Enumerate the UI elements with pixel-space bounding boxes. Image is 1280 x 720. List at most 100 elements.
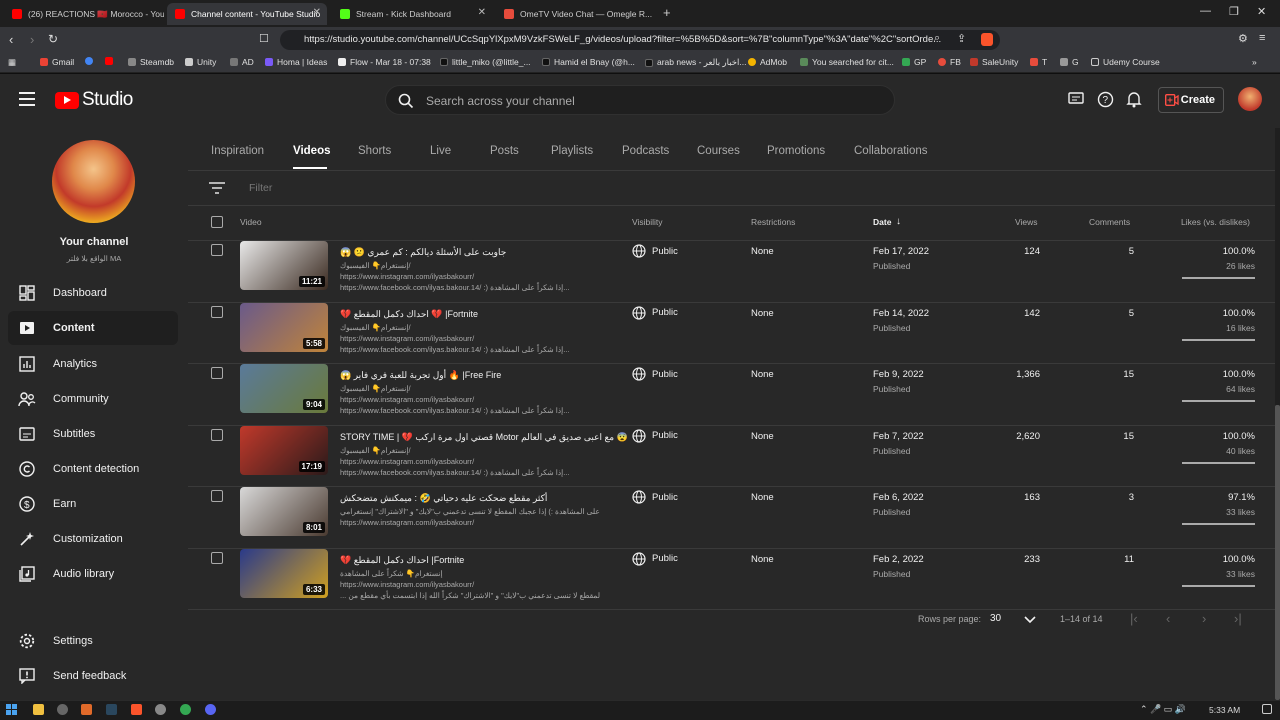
sidebar-item-customization[interactable]: Customization bbox=[8, 522, 178, 556]
video-title[interactable]: 💔 احداك دكمل المقطع |Fortnite bbox=[340, 555, 464, 566]
bookmark-gmail[interactable]: Gmail bbox=[40, 57, 74, 67]
forward-icon[interactable]: › bbox=[30, 32, 34, 47]
menu-icon[interactable]: ≡ bbox=[1259, 32, 1265, 44]
bookmark-admob[interactable]: AdMob bbox=[748, 57, 787, 67]
sidebar-item-earn[interactable]: $ Earn bbox=[8, 487, 178, 521]
row-checkbox[interactable] bbox=[211, 428, 223, 441]
extensions-icon[interactable]: ⚙ bbox=[1238, 32, 1248, 45]
tab-podcasts[interactable]: Podcasts bbox=[622, 145, 669, 157]
visibility-cell[interactable]: Public bbox=[632, 428, 678, 443]
settings-app-icon[interactable] bbox=[57, 704, 68, 715]
bookmark-tiktok-2[interactable]: Hamid el Bnay (@h... bbox=[542, 57, 635, 67]
bookmark-homa[interactable]: Homa | Ideas bbox=[265, 57, 327, 67]
row-checkbox[interactable] bbox=[211, 305, 223, 318]
bookmark-t[interactable]: T bbox=[1030, 57, 1047, 67]
sidebar-item-community[interactable]: Community bbox=[8, 382, 178, 416]
browser-tab-reactions[interactable]: (26) REACTIONS 🇲🇦 Morocco - YouTube bbox=[4, 3, 164, 25]
file-explorer-icon[interactable] bbox=[33, 704, 44, 715]
channel-avatar[interactable] bbox=[52, 140, 135, 223]
column-likes[interactable]: Likes (vs. dislikes) bbox=[1181, 217, 1250, 227]
video-title[interactable]: 😱 😕 جاوبت على الأسئلة ديالكم : كم عمري bbox=[340, 247, 506, 258]
chevron-down-icon[interactable] bbox=[1024, 616, 1036, 624]
sidebar-item-send-feedback[interactable]: Send feedback bbox=[8, 659, 178, 693]
brave-icon[interactable] bbox=[131, 704, 142, 715]
visibility-cell[interactable]: Public bbox=[632, 367, 678, 381]
column-visibility[interactable]: Visibility bbox=[632, 217, 663, 227]
browser-tab-ometv[interactable]: OmeTV Video Chat — Omegle R... bbox=[496, 3, 656, 25]
more-bookmarks-icon[interactable]: » bbox=[1252, 57, 1257, 67]
video-thumbnail[interactable]: 11:21 bbox=[240, 241, 328, 290]
close-tab-icon[interactable]: ✕ bbox=[478, 7, 486, 18]
tab-collaborations[interactable]: Collaborations bbox=[854, 145, 928, 157]
column-restrictions[interactable]: Restrictions bbox=[751, 217, 795, 227]
bookmark-g[interactable]: G bbox=[1060, 57, 1079, 67]
bookmark-fb[interactable]: FB bbox=[938, 57, 961, 67]
zoom-icon[interactable]: ⌕ bbox=[934, 32, 940, 45]
maximize-icon[interactable]: ❐ bbox=[1229, 5, 1239, 18]
filter-icon[interactable] bbox=[209, 182, 225, 194]
tab-posts[interactable]: Posts bbox=[490, 145, 519, 157]
apps-icon[interactable]: ▦ bbox=[8, 57, 16, 68]
visibility-cell[interactable]: Public bbox=[632, 244, 678, 258]
brave-shield-icon[interactable] bbox=[981, 33, 993, 46]
select-all-checkbox[interactable] bbox=[211, 216, 223, 228]
close-window-icon[interactable]: ✕ bbox=[1257, 5, 1266, 18]
share-icon[interactable]: ⇪ bbox=[957, 32, 966, 45]
tab-playlists[interactable]: Playlists bbox=[551, 145, 593, 157]
bookmark-ad[interactable]: AD bbox=[230, 57, 254, 67]
first-page-icon[interactable]: |‹ bbox=[1130, 611, 1138, 626]
next-page-icon[interactable]: › bbox=[1202, 611, 1206, 626]
tab-shorts[interactable]: Shorts bbox=[358, 145, 391, 157]
video-title[interactable]: 💔 احداك دكمل المقطع 💔 |Fortnite bbox=[340, 309, 478, 320]
bookmark-saleunity[interactable]: SaleUnity bbox=[970, 57, 1018, 67]
sidebar-item-content[interactable]: Content bbox=[8, 311, 178, 345]
hamburger-menu-icon[interactable] bbox=[19, 92, 35, 106]
reload-icon[interactable]: ↻ bbox=[48, 32, 58, 46]
sidebar-item-content-detection[interactable]: Content detection bbox=[8, 452, 178, 486]
video-thumbnail[interactable]: 17:19 bbox=[240, 425, 328, 475]
sidebar-item-audio-library[interactable]: Audio library bbox=[8, 557, 178, 591]
filter-input[interactable]: Filter bbox=[249, 182, 272, 194]
bookmark-tiktok-1[interactable]: little_miko (@little_... bbox=[440, 57, 531, 67]
sidebar-item-analytics[interactable]: Analytics bbox=[8, 347, 178, 381]
video-thumbnail[interactable]: 9:04 bbox=[240, 364, 328, 413]
discord-icon[interactable] bbox=[205, 704, 216, 715]
video-thumbnail[interactable]: 6:33 bbox=[240, 548, 328, 598]
visibility-cell[interactable]: Public bbox=[632, 305, 678, 320]
row-checkbox[interactable] bbox=[211, 367, 223, 379]
steam-icon[interactable] bbox=[106, 704, 117, 715]
bookmark-page-icon[interactable]: ☐ bbox=[259, 32, 269, 45]
bookmark-youtube[interactable] bbox=[105, 57, 117, 65]
last-page-icon[interactable]: ›| bbox=[1234, 611, 1242, 626]
bookmark-google[interactable] bbox=[85, 57, 97, 65]
tab-videos[interactable]: Videos bbox=[293, 145, 331, 157]
sidebar-item-settings[interactable]: Settings bbox=[8, 624, 178, 658]
help-icon[interactable]: ? bbox=[1097, 91, 1114, 108]
tray-icons[interactable]: ⌃ 🎤 ▭ 🔊 bbox=[1140, 704, 1186, 715]
studio-logo[interactable]: Studio bbox=[55, 89, 133, 111]
column-views[interactable]: Views bbox=[1015, 217, 1038, 227]
bookmark-gp[interactable]: GP bbox=[902, 57, 926, 67]
comments-icon[interactable] bbox=[1068, 91, 1084, 107]
chrome-icon[interactable] bbox=[180, 704, 191, 715]
video-title[interactable]: STORY TIME | 💔 قصتي اول مرة اركب Motor م… bbox=[340, 432, 628, 443]
new-tab-icon[interactable]: + bbox=[663, 5, 671, 20]
sort-arrow-down-icon[interactable]: ↓ bbox=[896, 216, 901, 227]
visibility-cell[interactable]: Public bbox=[632, 490, 678, 504]
scrollbar-thumb[interactable] bbox=[1275, 405, 1280, 700]
visibility-cell[interactable]: Public bbox=[632, 551, 678, 566]
close-tab-icon[interactable]: ✕ bbox=[313, 7, 321, 18]
tab-live[interactable]: Live bbox=[430, 145, 451, 157]
tab-promotions[interactable]: Promotions bbox=[767, 145, 825, 157]
url-field[interactable]: https://studio.youtube.com/channel/UCcSq… bbox=[280, 30, 1000, 50]
previous-page-icon[interactable]: ‹ bbox=[1166, 611, 1170, 626]
back-icon[interactable]: ‹ bbox=[9, 32, 13, 47]
sidebar-item-subtitles[interactable]: Subtitles bbox=[8, 417, 178, 451]
bookmark-flow[interactable]: Flow - Mar 18 - 07:38 bbox=[338, 57, 431, 67]
video-title[interactable]: أكثر مقطع ضحكت عليه دحياتي 🤣 : ميمكنش مت… bbox=[340, 493, 547, 504]
row-checkbox[interactable] bbox=[211, 244, 223, 256]
notifications-bell-icon[interactable] bbox=[1126, 91, 1142, 108]
app-icon[interactable] bbox=[81, 704, 92, 715]
row-checkbox[interactable] bbox=[211, 551, 223, 564]
tab-courses[interactable]: Courses bbox=[697, 145, 740, 157]
